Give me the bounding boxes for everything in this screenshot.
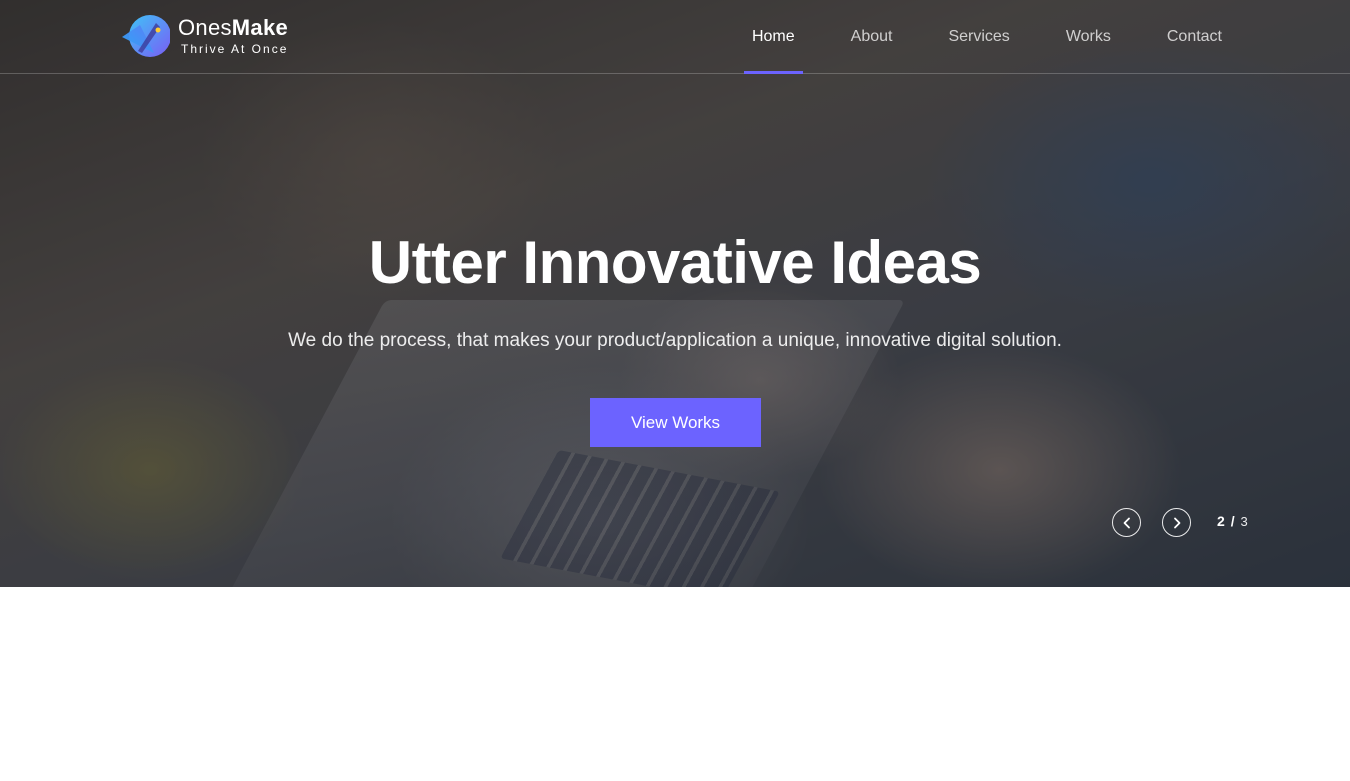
- hero-subtitle: We do the process, that makes your produ…: [288, 330, 1062, 351]
- slide-counter: 2 / 3: [1217, 513, 1248, 529]
- logo-icon: [120, 13, 171, 59]
- brand-name: OnesMake: [178, 17, 288, 39]
- brand-name-bold: Make: [231, 15, 289, 40]
- nav-works[interactable]: Works: [1038, 0, 1139, 74]
- slider-prev-button[interactable]: [1112, 508, 1141, 537]
- slide-separator: /: [1230, 513, 1235, 529]
- brand-logo[interactable]: OnesMake Thrive At Once: [120, 13, 288, 59]
- chevron-right-icon: [1173, 517, 1180, 528]
- main-nav: Home About Services Works Contact: [724, 0, 1250, 74]
- slide-current: 2: [1217, 513, 1225, 529]
- chevron-left-icon: [1123, 517, 1130, 528]
- slide-total: 3: [1240, 514, 1248, 529]
- brand-tagline: Thrive At Once: [181, 42, 289, 56]
- logo-text: OnesMake Thrive At Once: [178, 17, 289, 56]
- nav-home[interactable]: Home: [724, 0, 823, 74]
- view-works-button[interactable]: View Works: [590, 398, 761, 447]
- nav-about[interactable]: About: [823, 0, 921, 74]
- navbar: OnesMake Thrive At Once Home About Servi…: [0, 0, 1350, 74]
- nav-contact[interactable]: Contact: [1139, 0, 1250, 74]
- slider-next-button[interactable]: [1162, 508, 1191, 537]
- hero-title: Utter Innovative Ideas: [368, 229, 982, 296]
- hero-section: OnesMake Thrive At Once Home About Servi…: [0, 0, 1350, 587]
- brand-name-light: Ones: [178, 15, 232, 40]
- nav-services[interactable]: Services: [920, 0, 1037, 74]
